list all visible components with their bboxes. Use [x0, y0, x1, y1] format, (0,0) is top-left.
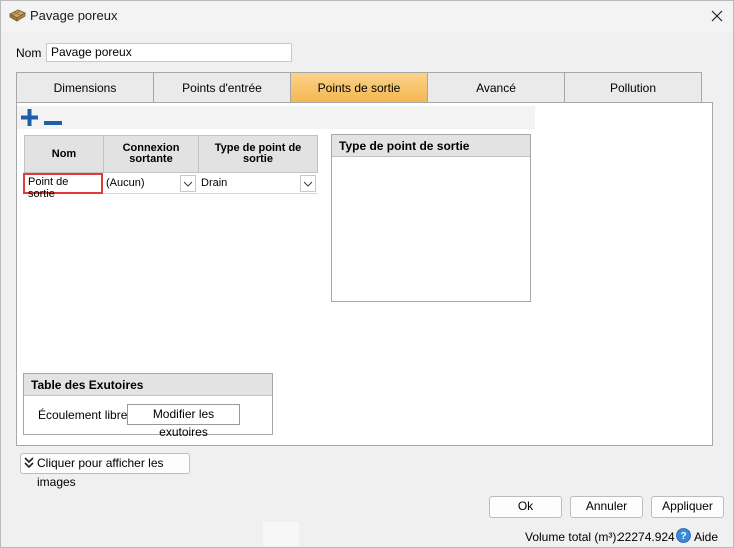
free-outfall-label: Écoulement libre — [38, 408, 128, 422]
chevron-down-icon — [303, 181, 313, 187]
volume-value: 22274.924 — [618, 530, 675, 544]
double-chevron-down-icon — [24, 457, 34, 472]
help-icon[interactable]: ? — [676, 528, 691, 546]
grid-header-type[interactable]: Type de point de sortie — [198, 135, 318, 173]
outlet-name-cell[interactable]: Point de sortie — [23, 173, 103, 200]
grid-toolbar — [17, 106, 535, 129]
type-dropdown-button[interactable] — [300, 175, 316, 192]
show-images-button[interactable]: Cliquer pour afficher les images — [20, 453, 190, 489]
status-spacer — [263, 522, 299, 546]
volume-label: Volume total (m³): — [525, 530, 620, 544]
edit-outfalls-button[interactable]: Modifier les exutoires — [127, 404, 240, 439]
name-input[interactable]: Pavage poreux — [46, 43, 292, 62]
close-icon — [711, 10, 723, 21]
name-label: Nom — [16, 46, 42, 60]
grid-header-name[interactable]: Nom — [24, 135, 104, 173]
svg-text:?: ? — [680, 531, 686, 542]
close-button[interactable] — [700, 0, 734, 31]
chevron-down-icon — [183, 181, 193, 187]
tab-pollution[interactable]: Pollution — [564, 72, 702, 103]
apply-button[interactable]: Appliquer — [651, 496, 724, 518]
ok-button[interactable]: Ok — [489, 496, 562, 518]
window-title: Pavage poreux — [30, 8, 118, 23]
tab-dimensions[interactable]: Dimensions — [16, 72, 154, 103]
add-outlet-icon[interactable] — [21, 109, 38, 129]
connection-dropdown-button[interactable] — [180, 175, 196, 192]
paving-app-icon — [9, 9, 26, 22]
remove-outlet-icon[interactable] — [44, 115, 62, 129]
help-link[interactable]: Aide — [694, 530, 718, 544]
tab-avance[interactable]: Avancé — [427, 72, 565, 103]
tab-points-entree[interactable]: Points d'entrée — [153, 72, 291, 103]
outlet-type-panel: Type de point de sortie — [331, 134, 531, 302]
tab-points-sortie[interactable]: Points de sortie — [290, 72, 428, 103]
outlet-type-panel-title: Type de point de sortie — [332, 135, 530, 157]
cancel-button[interactable]: Annuler — [570, 496, 643, 518]
grid-header-connection[interactable]: Connexion sortante — [103, 135, 199, 173]
outfall-table-title: Table des Exutoires — [24, 374, 272, 396]
